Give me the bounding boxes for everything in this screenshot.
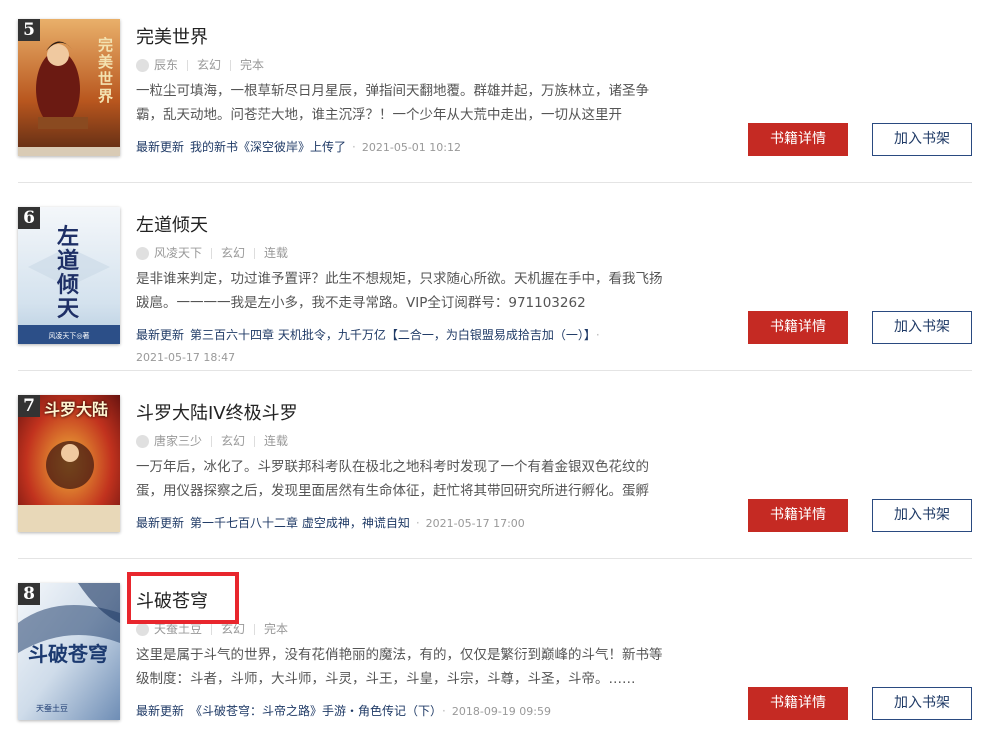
book-item: 左道倾天 风凌天下◎著 6 左道倾天 风凌天下 玄幻 连载 是非谁来判定，功过谁… — [0, 188, 991, 376]
book-description: 一粒尘可填海，一根草斩尽日月星辰，弹指间天翻地覆。群雄并起，万族林立，诸圣争霸，… — [136, 83, 649, 123]
genre-tag[interactable]: 玄幻 — [221, 245, 245, 261]
update-time: 2021-05-01 10:12 — [361, 141, 461, 154]
divider — [211, 247, 213, 259]
divider — [211, 623, 213, 635]
author-name[interactable]: 唐家三少 — [154, 433, 202, 449]
book-description: 这里是属于斗气的世界，没有花俏艳丽的魔法，有的，仅仅是繁衍到巅峰的斗气！新书等级… — [136, 647, 663, 687]
book-title[interactable]: 斗罗大陆IV终极斗罗 — [136, 402, 298, 426]
divider — [211, 435, 213, 447]
genre-tag[interactable]: 玄幻 — [197, 57, 221, 73]
genre-tag[interactable]: 玄幻 — [221, 433, 245, 449]
update-label: 最新更新 — [136, 140, 185, 154]
author-name[interactable]: 风凌天下 — [154, 245, 202, 261]
book-description: 是非谁来判定，功过谁予置评？此生不想规矩，只求随心所欲。天机握在手中，看我飞扬跋… — [136, 271, 663, 311]
update-label: 最新更新 — [136, 328, 185, 342]
update-time: 2018-09-19 09:59 — [451, 705, 551, 718]
cover-caption: 风凌天下◎著 — [48, 332, 90, 340]
add-to-shelf-button[interactable]: 加入书架 — [872, 687, 972, 720]
add-to-shelf-button[interactable]: 加入书架 — [872, 311, 972, 344]
latest-update: 最新更新 我的新书《深空彼岸》上传了 · 2021-05-01 10:12 — [136, 138, 616, 157]
book-meta: 辰东 玄幻 完本 — [136, 57, 264, 73]
book-item: 完美世界 5 完美世界 辰东 玄幻 完本 一粒尘可填海，一根草斩尽日月星辰，弹指… — [0, 0, 991, 188]
update-label: 最新更新 — [136, 704, 185, 718]
cover-caption: 天蚕土豆 — [36, 704, 68, 713]
row-separator — [18, 370, 972, 371]
author-avatar-icon — [136, 58, 149, 72]
book-meta: 唐家三少 玄幻 连载 — [136, 433, 288, 449]
cover-title: 完美世界 — [98, 36, 114, 105]
book-detail-button[interactable]: 书籍详情 — [748, 123, 848, 156]
rank-badge: 6 — [18, 207, 40, 229]
highlight-box — [127, 572, 239, 624]
divider — [254, 623, 256, 635]
rank-badge: 5 — [18, 19, 40, 41]
author-name[interactable]: 辰东 — [154, 57, 178, 73]
book-cover[interactable]: 斗罗大陆 7 — [18, 395, 120, 532]
row-separator — [18, 182, 972, 183]
status-tag: 连载 — [264, 246, 289, 260]
book-cover[interactable]: 斗破苍穹 天蚕土豆 8 — [18, 583, 120, 720]
update-time: 2021-05-17 18:47 — [136, 351, 236, 364]
book-title[interactable]: 完美世界 — [136, 26, 208, 50]
latest-update: 最新更新 第一千七百八十二章 虚空成神，神谎自知 · 2021-05-17 17:00 — [136, 514, 616, 533]
latest-chapter-link[interactable]: 第一千七百八十二章 虚空成神，神谎自知 — [190, 516, 410, 530]
update-time: 2021-05-17 17:00 — [425, 517, 525, 530]
rank-badge: 7 — [18, 395, 40, 417]
book-item: 斗罗大陆 7 斗罗大陆IV终极斗罗 唐家三少 玄幻 连载 一万年后，冰化了。斗罗… — [0, 376, 991, 564]
book-detail-button[interactable]: 书籍详情 — [748, 499, 848, 532]
book-description: 一万年后，冰化了。斗罗联邦科考队在极北之地科考时发现了一个有着金银双色花纹的蛋，… — [136, 459, 649, 499]
divider — [254, 435, 256, 447]
latest-chapter-link[interactable]: 第三百六十四章 天机批令，九千万亿【二合一，为白银盟易成拾吉加（一）】 — [190, 328, 590, 342]
book-detail-button[interactable]: 书籍详情 — [748, 311, 848, 344]
author-avatar-icon — [136, 434, 149, 448]
add-to-shelf-button[interactable]: 加入书架 — [872, 123, 972, 156]
author-avatar-icon — [136, 246, 149, 260]
dot-separator: · — [415, 516, 420, 530]
divider — [187, 59, 189, 71]
dot-separator: · — [595, 328, 600, 342]
latest-chapter-link[interactable]: 《斗破苍穹：斗帝之路》手游・角色传记（下） — [190, 704, 436, 718]
cover-title: 斗罗大陆 — [44, 400, 109, 419]
latest-update: 最新更新 《斗破苍穹：斗帝之路》手游・角色传记（下） · 2018-09-19 09:… — [136, 702, 616, 721]
author-avatar-icon — [136, 622, 149, 636]
status-tag: 完本 — [264, 622, 289, 636]
latest-chapter-link[interactable]: 我的新书《深空彼岸》上传了 — [190, 140, 346, 154]
row-separator — [18, 558, 972, 559]
latest-update: 最新更新 第三百六十四章 天机批令，九千万亿【二合一，为白银盟易成拾吉加（一）】 · — [136, 326, 616, 344]
book-detail-button[interactable]: 书籍详情 — [748, 687, 848, 720]
status-tag: 完本 — [240, 58, 265, 72]
book-cover[interactable]: 左道倾天 风凌天下◎著 6 — [18, 207, 120, 344]
book-title[interactable]: 左道倾天 — [136, 214, 208, 238]
status-tag: 连载 — [264, 434, 289, 448]
dot-separator: · — [352, 140, 356, 154]
rank-badge: 8 — [18, 583, 40, 605]
book-meta: 风凌天下 玄幻 连载 — [136, 245, 288, 261]
add-to-shelf-button[interactable]: 加入书架 — [872, 499, 972, 532]
divider — [230, 59, 232, 71]
dot-separator: · — [442, 704, 446, 718]
cover-title: 左道倾天 — [56, 224, 79, 322]
book-cover[interactable]: 完美世界 5 — [18, 19, 120, 156]
divider — [254, 247, 256, 259]
update-label: 最新更新 — [136, 516, 185, 530]
cover-title: 斗破苍穹 — [28, 642, 108, 666]
